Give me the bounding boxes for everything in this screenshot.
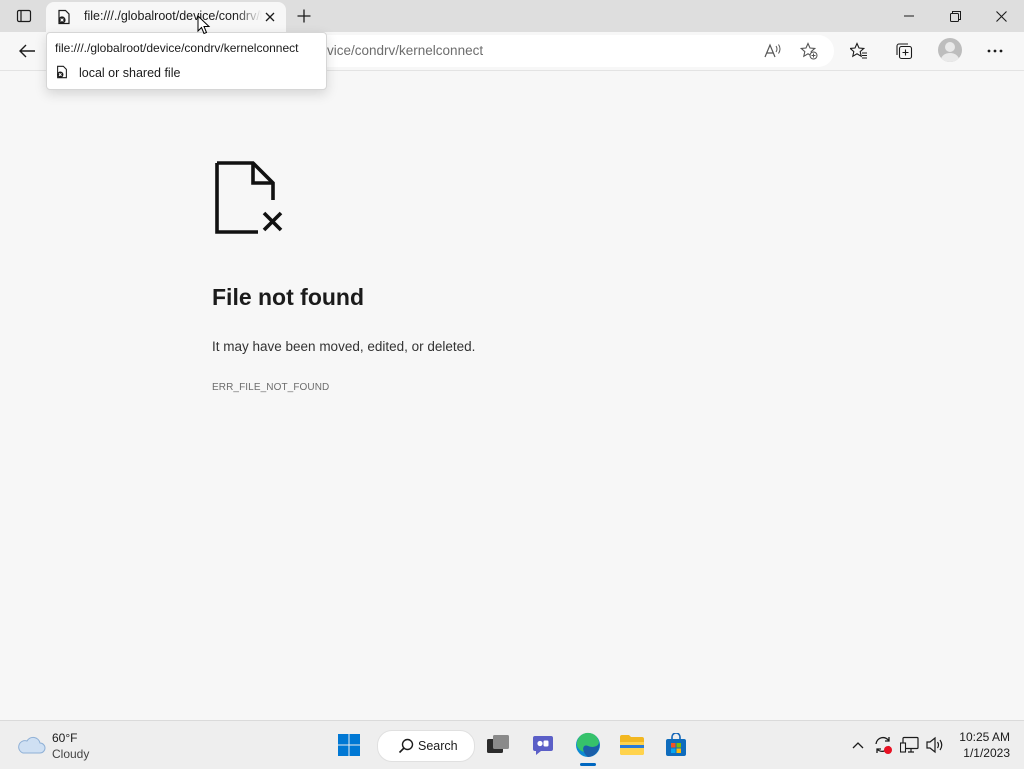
search-icon [398,738,414,754]
weather-temperature: 60°F [52,731,78,745]
teams-chat-button[interactable] [527,729,559,761]
active-tab[interactable]: file:///./globalroot/device/condrv/kerne… [46,2,286,32]
chat-icon [533,736,553,755]
edge-taskbar-button[interactable] [572,729,604,761]
more-dots-icon [987,49,1003,53]
settings-more-button[interactable] [980,37,1010,65]
search-label: Search [418,739,458,753]
favorites-icon [850,42,867,59]
error-description: It may have been moved, edited, or delet… [212,339,476,354]
start-button[interactable] [333,729,365,761]
favorites-button[interactable] [844,37,874,65]
task-view-button[interactable] [482,729,514,761]
network-tray-icon[interactable] [900,735,920,755]
hover-card-description: local or shared file [79,66,181,80]
speaker-icon [926,736,943,754]
address-text[interactable]: vice/condrv/kernelconnect [327,43,483,58]
taskbar: 60°F Cloudy Search 10:25 AM 1/1/2023 [0,720,1024,769]
mouse-cursor-icon [197,15,211,35]
restore-icon [949,10,961,22]
collections-button[interactable] [889,37,919,65]
new-tab-button[interactable] [293,5,315,27]
read-aloud-icon [764,43,781,58]
tab-title: file:///./globalroot/device/condrv/kerne… [84,9,262,23]
back-button[interactable] [12,37,42,65]
clock-date: 1/1/2023 [963,746,1010,760]
tab-hover-card: file:///./globalroot/device/condrv/kerne… [46,32,327,90]
error-code: ERR_FILE_NOT_FOUND [212,382,330,393]
tab-strip: file:///./globalroot/device/condrv/kerne… [0,0,1024,32]
weather-widget[interactable]: 60°F Cloudy [16,729,126,763]
error-title: File not found [212,284,365,310]
add-favorite-button[interactable] [794,37,824,65]
hover-card-url: file:///./globalroot/device/condrv/kerne… [55,41,299,55]
close-icon [995,10,1007,22]
folder-icon [620,735,644,755]
plus-icon [297,9,311,23]
file-error-icon [57,65,67,79]
cloud-icon [18,736,46,754]
tab-actions-icon [16,9,32,23]
edge-browser-icon [576,732,600,757]
profile-avatar[interactable] [938,38,962,62]
chevron-up-icon [852,742,864,749]
active-app-indicator [580,763,596,766]
collections-icon [896,43,913,60]
windows-logo-icon [338,734,360,756]
file-not-found-icon [215,161,283,234]
volume-tray-icon[interactable] [925,735,945,755]
tab-actions-button[interactable] [8,4,40,28]
microsoft-store-button[interactable] [660,729,692,761]
close-icon [265,12,275,22]
show-hidden-icons-button[interactable] [848,735,868,755]
restore-button[interactable] [932,0,978,32]
read-aloud-button[interactable] [758,37,788,65]
avatar-head [945,42,955,52]
star-add-icon [800,42,818,60]
tab-close-button[interactable] [262,9,278,25]
weather-condition: Cloudy [52,747,90,761]
sync-icon [875,736,892,754]
system-clock[interactable]: 10:25 AM 1/1/2023 [950,729,1010,761]
task-view-icon [487,735,509,753]
minimize-button[interactable] [886,0,932,32]
file-explorer-button[interactable] [616,729,648,761]
store-bag-icon [666,733,686,756]
back-arrow-icon [19,44,35,58]
sync-tray-icon[interactable] [873,735,893,755]
avatar-shoulders [941,53,959,62]
close-window-button[interactable] [978,0,1024,32]
minimize-icon [904,15,914,17]
network-icon [900,736,919,753]
taskbar-search[interactable]: Search [377,730,475,762]
clock-time: 10:25 AM [959,730,1010,744]
file-error-icon [58,9,70,25]
